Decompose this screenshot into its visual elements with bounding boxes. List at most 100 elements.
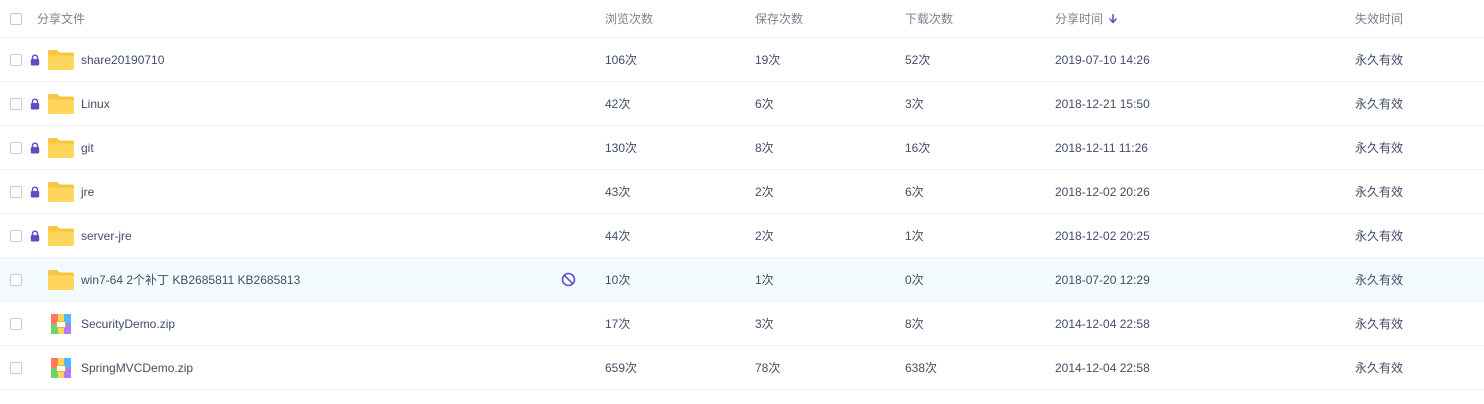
file-icon-cell (47, 126, 75, 169)
lock-cell (30, 170, 40, 213)
file-name[interactable]: git (81, 126, 94, 169)
table-row[interactable]: SecurityDemo.zip 17次 3次 8次 2014-12-04 22:58 永… (0, 302, 1484, 346)
table-row[interactable]: Linux 42次 6次 3次 2018-12-21 15:50 永久有效 (0, 82, 1484, 126)
row-checkbox[interactable] (10, 185, 22, 198)
header-share-time-label: 分享时间 (1055, 12, 1104, 26)
row-check-cell (10, 126, 22, 169)
view-count: 44次 (605, 229, 631, 243)
table-row[interactable]: server-jre 44次 2次 1次 2018-12-02 20:25 永久有效 (0, 214, 1484, 258)
share-time: 2019-07-10 14:26 (1055, 52, 1150, 67)
row-checkbox[interactable] (10, 317, 22, 330)
expire-time: 永久有效 (1355, 141, 1404, 155)
row-check-cell (10, 214, 22, 257)
header-saves[interactable]: 保存次数 (755, 0, 803, 37)
lock-icon (30, 53, 40, 65)
download-count: 0次 (905, 273, 924, 287)
header-expire[interactable]: 失效时间 (1355, 0, 1403, 37)
row-check-cell (10, 38, 22, 81)
file-icon-cell (47, 302, 72, 345)
expire-time: 永久有效 (1355, 361, 1404, 375)
lock-cell (30, 126, 40, 169)
row-check-cell (10, 346, 22, 389)
row-check-cell (10, 302, 22, 345)
table-row[interactable]: share20190710 106次 19次 52次 2019-07-10 14:26 永… (0, 38, 1484, 82)
header-name[interactable]: 分享文件 (37, 0, 85, 37)
share-time: 2018-12-21 15:50 (1055, 96, 1150, 111)
save-count: 8次 (755, 141, 774, 155)
share-time: 2018-12-02 20:26 (1055, 184, 1150, 199)
folder-icon (48, 137, 74, 158)
file-icon-cell (47, 258, 75, 301)
download-count: 16次 (905, 141, 931, 155)
view-count: 130次 (605, 141, 638, 155)
expire-time: 永久有效 (1355, 229, 1404, 243)
header-downloads[interactable]: 下载次数 (905, 0, 953, 37)
download-count: 52次 (905, 53, 931, 67)
file-name[interactable]: Linux (81, 82, 110, 125)
expire-time: 永久有效 (1355, 273, 1404, 287)
folder-icon (48, 269, 74, 290)
lock-icon (30, 185, 40, 197)
table-row[interactable]: git 130次 8次 16次 2018-12-11 11:26 永久有效 (0, 126, 1484, 170)
folder-icon (48, 93, 74, 114)
save-count: 3次 (755, 317, 774, 331)
select-all-cell (10, 0, 22, 37)
header-share-time[interactable]: 分享时间 (1055, 0, 1117, 37)
row-check-cell (10, 170, 22, 213)
file-name[interactable]: server-jre (81, 214, 132, 257)
table-row[interactable]: win7-64 2个补丁 KB2685811 KB2685813 10次 1次 0次 2… (0, 258, 1484, 302)
save-count: 2次 (755, 229, 774, 243)
zip-file-icon (51, 357, 71, 378)
row-checkbox[interactable] (10, 361, 22, 374)
lock-icon (30, 141, 40, 153)
download-count: 3次 (905, 97, 924, 111)
banned-icon[interactable] (561, 272, 576, 287)
row-check-cell (10, 258, 22, 301)
file-name[interactable]: win7-64 2个补丁 KB2685811 KB2685813 (81, 258, 300, 301)
table-row[interactable]: jre 43次 2次 6次 2018-12-02 20:26 永久有效 (0, 170, 1484, 214)
file-icon-cell (47, 38, 75, 81)
file-name[interactable]: share20190710 (81, 38, 164, 81)
expire-time: 永久有效 (1355, 317, 1404, 331)
view-count: 43次 (605, 185, 631, 199)
row-checkbox[interactable] (10, 141, 22, 154)
save-count: 2次 (755, 185, 774, 199)
download-count: 1次 (905, 229, 924, 243)
save-count: 19次 (755, 53, 781, 67)
share-time: 2018-07-20 12:29 (1055, 272, 1150, 287)
lock-icon (30, 229, 40, 241)
row-checkbox[interactable] (10, 97, 22, 110)
select-all-checkbox[interactable] (10, 12, 22, 25)
view-count: 10次 (605, 273, 631, 287)
save-count: 1次 (755, 273, 774, 287)
lock-cell (30, 82, 40, 125)
view-count: 659次 (605, 361, 638, 375)
table-header: 分享文件 浏览次数 保存次数 下载次数 分享时间 失效时间 (0, 0, 1484, 38)
file-name[interactable]: jre (81, 170, 94, 213)
download-count: 6次 (905, 185, 924, 199)
file-name[interactable]: SecurityDemo.zip (81, 302, 175, 345)
file-name[interactable]: SpringMVCDemo.zip (81, 346, 193, 389)
folder-icon (48, 225, 74, 246)
row-checkbox[interactable] (10, 273, 22, 286)
file-icon-cell (47, 170, 75, 213)
file-icon-cell (47, 214, 75, 257)
expire-time: 永久有效 (1355, 53, 1404, 67)
table-row[interactable]: SpringMVCDemo.zip 659次 78次 638次 2014-12-04 2… (0, 346, 1484, 390)
header-views[interactable]: 浏览次数 (605, 0, 653, 37)
banned-cell (561, 258, 576, 301)
expire-time: 永久有效 (1355, 185, 1404, 199)
view-count: 17次 (605, 317, 631, 331)
row-checkbox[interactable] (10, 53, 22, 66)
lock-icon (30, 97, 40, 109)
download-count: 8次 (905, 317, 924, 331)
zip-file-icon (51, 313, 71, 334)
sort-down-icon[interactable] (1109, 13, 1117, 24)
row-check-cell (10, 82, 22, 125)
row-checkbox[interactable] (10, 229, 22, 242)
share-time: 2014-12-04 22:58 (1055, 316, 1150, 331)
shared-files-table: 分享文件 浏览次数 保存次数 下载次数 分享时间 失效时间 share20190… (0, 0, 1484, 390)
save-count: 6次 (755, 97, 774, 111)
lock-cell (30, 214, 40, 257)
folder-icon (48, 181, 74, 202)
